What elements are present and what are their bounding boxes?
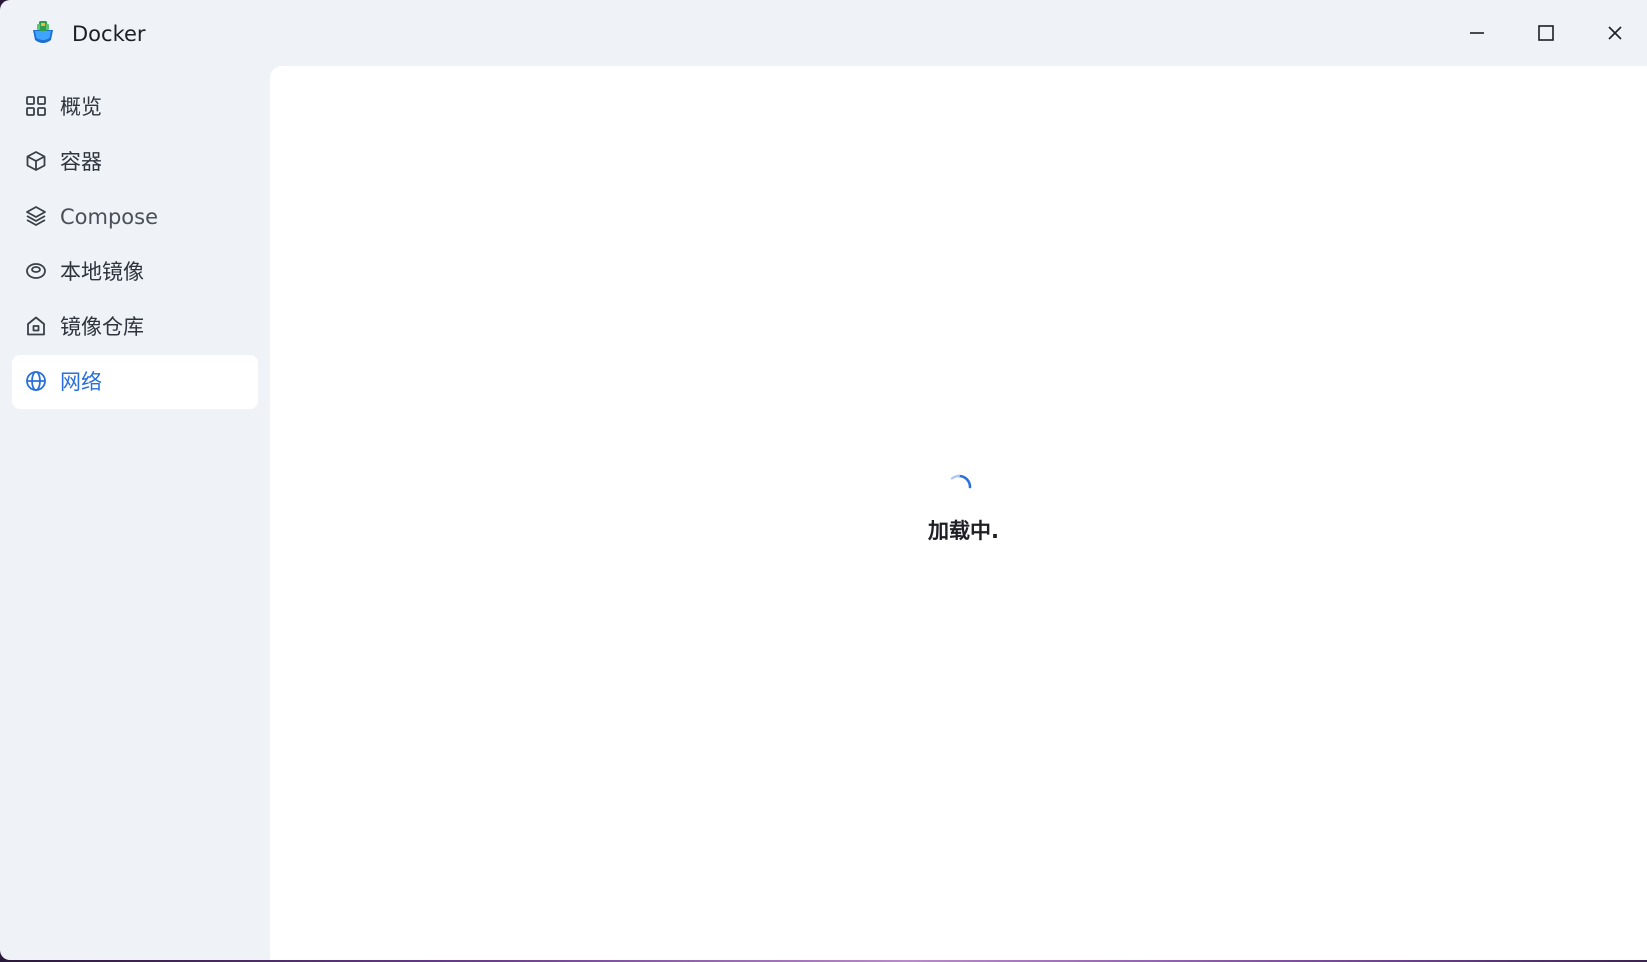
- sidebar-nav: 概览 容器 Compose 本地镜像 镜像仓库 网络: [0, 80, 270, 410]
- minimize-button[interactable]: [1454, 10, 1500, 56]
- layers-icon: [26, 206, 46, 226]
- sidebar-item-label: 容器: [60, 150, 102, 174]
- maximize-button[interactable]: [1523, 10, 1569, 56]
- close-button[interactable]: [1592, 10, 1638, 56]
- loading-text: 加载中.: [928, 519, 999, 543]
- main-content: 加载中.: [270, 66, 1647, 960]
- sidebar-item-overview[interactable]: 概览: [12, 80, 258, 134]
- close-icon: [1608, 26, 1622, 40]
- title-bar[interactable]: Docker: [0, 0, 1647, 66]
- app-title: Docker: [72, 22, 146, 46]
- cube-icon: [26, 151, 46, 171]
- minimize-icon: [1470, 32, 1484, 34]
- maximize-icon: [1538, 25, 1554, 41]
- sidebar-item-label: 本地镜像: [60, 260, 144, 284]
- sidebar-item-label: 概览: [60, 95, 102, 119]
- sidebar-item-label: 网络: [60, 370, 102, 394]
- globe-icon: [26, 371, 46, 391]
- docker-app-icon: [28, 18, 58, 48]
- sidebar-item-registry[interactable]: 镜像仓库: [12, 300, 258, 354]
- loading-spinner-icon: [950, 474, 972, 489]
- app-window: Docker 概览 容器 Compose 本地镜像 镜像仓库 网络 加载中.: [0, 0, 1647, 960]
- sidebar-item-containers[interactable]: 容器: [12, 135, 258, 189]
- sidebar-item-network[interactable]: 网络: [12, 355, 258, 409]
- home-icon: [27, 316, 45, 336]
- sidebar-item-local-images[interactable]: 本地镜像: [12, 245, 258, 299]
- grid-icon: [26, 96, 46, 116]
- sidebar-item-label: 镜像仓库: [60, 315, 144, 339]
- sidebar-item-compose[interactable]: Compose: [12, 190, 258, 244]
- sidebar-item-label: Compose: [60, 205, 159, 229]
- disk-icon: [26, 263, 46, 279]
